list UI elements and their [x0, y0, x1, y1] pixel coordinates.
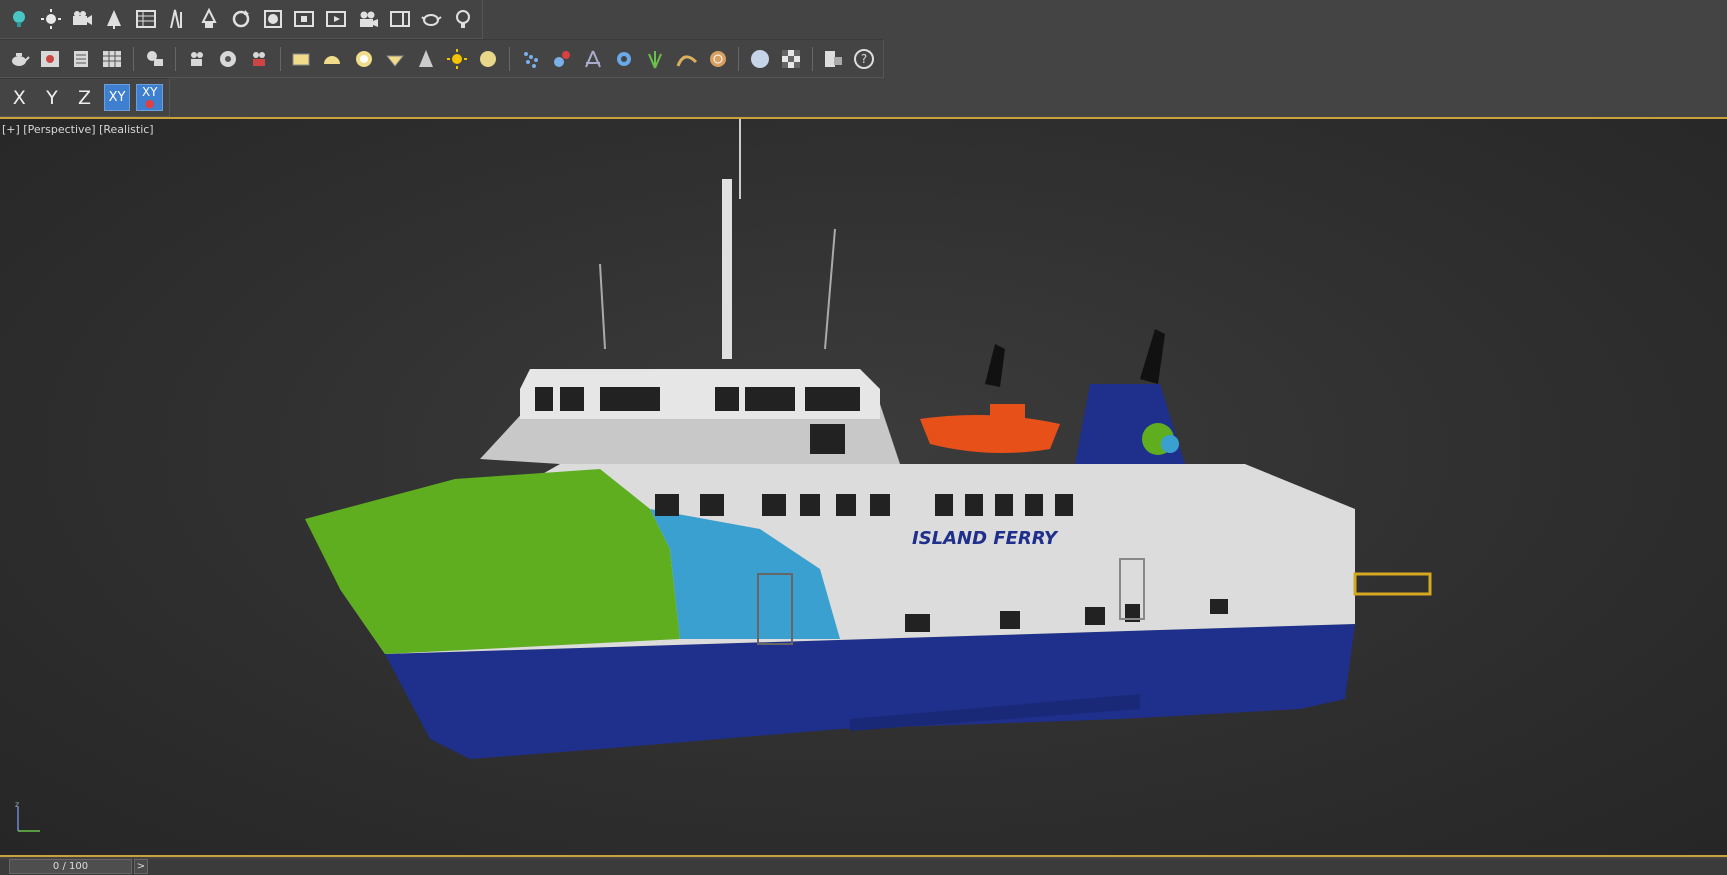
light-bulb-icon[interactable] — [6, 6, 32, 32]
axis-gizmo-icon: z — [15, 801, 40, 832]
timeline-bar: 0 / 100 > — [0, 859, 1727, 875]
checker-grid-icon[interactable] — [779, 46, 804, 72]
app-window: ? X Y Z XY XY ● ISLAND FERRY [+] [Perspe… — [0, 0, 1727, 875]
viewport-label[interactable]: [+] [Perspective] [Realistic] — [2, 123, 154, 136]
teapot-object-icon[interactable] — [6, 46, 31, 72]
stern-railing — [1353, 572, 1432, 596]
disk-icon[interactable] — [476, 46, 501, 72]
ship-model: ISLAND FERRY — [305, 119, 1432, 759]
stair-icon[interactable] — [165, 6, 191, 32]
geosphere-icon[interactable] — [382, 46, 407, 72]
molecule-icon[interactable] — [549, 46, 574, 72]
toolbar-separator — [279, 46, 281, 71]
axis-xy-lock-label: XY — [141, 84, 158, 99]
viewport-icon[interactable] — [387, 6, 413, 32]
axis-x-button[interactable]: X — [6, 84, 33, 111]
sun-light-icon[interactable] — [445, 46, 470, 72]
particle-icon[interactable] — [518, 46, 543, 72]
gear-icon[interactable] — [612, 46, 637, 72]
video-camera-icon[interactable] — [355, 6, 381, 32]
tripod-icon[interactable] — [580, 46, 605, 72]
axis-xy-lock-button[interactable]: XY ● — [136, 84, 164, 111]
render-window-icon[interactable] — [323, 6, 349, 32]
rotate-icon[interactable] — [228, 6, 254, 32]
hf-terrain-icon[interactable] — [674, 46, 699, 72]
table-icon[interactable] — [133, 6, 159, 32]
speech-icon[interactable] — [142, 46, 167, 72]
axis-z-button[interactable]: Z — [71, 84, 98, 111]
teapot-icon[interactable] — [419, 6, 445, 32]
toolbar-separator — [132, 46, 134, 71]
bow-green — [305, 469, 680, 654]
export-icon[interactable] — [821, 46, 846, 72]
sound-icon[interactable] — [215, 46, 240, 72]
ship-name-text: ISLAND FERRY — [912, 528, 1059, 549]
next-frame-button[interactable]: > — [134, 859, 148, 874]
tree-icon[interactable] — [101, 6, 127, 32]
bulb-outline-icon[interactable] — [450, 6, 476, 32]
toolbar-separator — [508, 46, 510, 71]
render-frame-icon[interactable] — [292, 6, 318, 32]
material-icon[interactable] — [260, 6, 286, 32]
main-toolbar-row-1 — [0, 0, 483, 39]
sun-icon[interactable] — [38, 6, 64, 32]
film-camera-icon[interactable] — [184, 46, 209, 72]
perspective-viewport[interactable]: ISLAND FERRY [+] [Perspective] [Realisti… — [0, 117, 1727, 857]
main-toolbar-row-2: ? — [0, 39, 884, 78]
help-icon[interactable]: ? — [852, 46, 877, 72]
layer-icon[interactable] — [68, 46, 93, 72]
axis-y-button[interactable]: Y — [39, 84, 66, 111]
axis-xy-button[interactable]: XY — [103, 84, 131, 111]
render-camera-icon[interactable] — [246, 46, 271, 72]
grid-table-icon[interactable] — [100, 46, 125, 72]
camera-group-icon[interactable] — [69, 6, 95, 32]
tree-node-icon[interactable] — [196, 6, 222, 32]
cone-icon[interactable] — [413, 46, 438, 72]
sphere-ring-icon[interactable] — [351, 46, 376, 72]
axis-constraints-toolbar: X Y Z XY XY ● — [0, 78, 170, 117]
render-setup-icon[interactable] — [37, 46, 62, 72]
sphere-icon[interactable] — [747, 46, 772, 72]
grass-icon[interactable] — [643, 46, 668, 72]
svg-text:?: ? — [861, 52, 867, 66]
toolbar-separator — [174, 46, 176, 71]
plane-icon[interactable] — [289, 46, 314, 72]
hemisphere-icon[interactable] — [320, 46, 345, 72]
mast — [722, 179, 732, 359]
shell-icon[interactable] — [705, 46, 730, 72]
toolbar-separator — [811, 46, 813, 71]
toolbar-separator — [738, 46, 740, 71]
time-slider[interactable]: 0 / 100 — [9, 859, 132, 874]
svg-text:z: z — [15, 801, 19, 809]
lock-icon: ● — [144, 96, 155, 110]
